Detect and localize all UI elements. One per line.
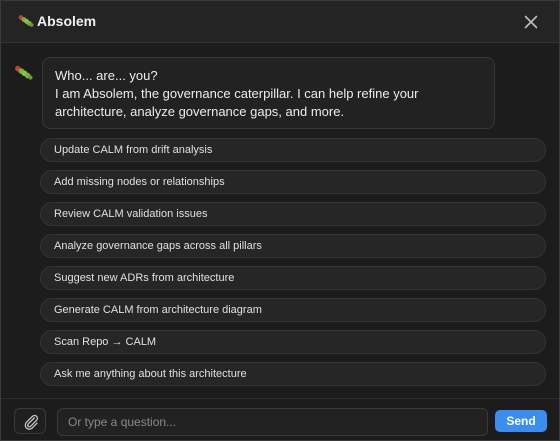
suggestion-ask-anything[interactable]: Ask me anything about this architecture bbox=[40, 362, 546, 386]
panel-title: Absolem bbox=[37, 13, 97, 29]
suggestion-analyze-governance-gaps[interactable]: Analyze governance gaps across all pilla… bbox=[40, 234, 546, 258]
attach-button[interactable] bbox=[14, 408, 46, 434]
assistant-message: Who... are... you? I am Absolem, the gov… bbox=[42, 57, 495, 129]
suggestion-scan-repo[interactable]: Scan Repo → CALM bbox=[40, 330, 546, 354]
suggestion-suggest-new-adrs[interactable]: Suggest new ADRs from architecture bbox=[40, 266, 546, 290]
question-input[interactable] bbox=[57, 408, 488, 436]
suggestion-update-calm-from-drift[interactable]: Update CALM from drift analysis bbox=[40, 138, 546, 162]
caterpillar-icon bbox=[17, 13, 35, 29]
suggestion-generate-calm-from-diagram[interactable]: Generate CALM from architecture diagram bbox=[40, 298, 546, 322]
absolem-chat-panel: Absolem Who... are... you? I am Absolem,… bbox=[0, 0, 560, 441]
suggestion-review-validation-issues[interactable]: Review CALM validation issues bbox=[40, 202, 546, 226]
assistant-avatar-icon bbox=[13, 64, 35, 82]
message-body: I am Absolem, the governance caterpillar… bbox=[55, 86, 419, 119]
panel-header: Absolem bbox=[1, 1, 559, 43]
close-icon[interactable] bbox=[521, 12, 541, 32]
suggestion-add-missing-nodes[interactable]: Add missing nodes or relationships bbox=[40, 170, 546, 194]
message-greeting: Who... are... you? bbox=[55, 68, 158, 83]
send-button[interactable]: Send bbox=[495, 410, 547, 432]
suggestion-list: Update CALM from drift analysis Add miss… bbox=[40, 138, 546, 394]
composer-bar: Send bbox=[1, 398, 559, 440]
